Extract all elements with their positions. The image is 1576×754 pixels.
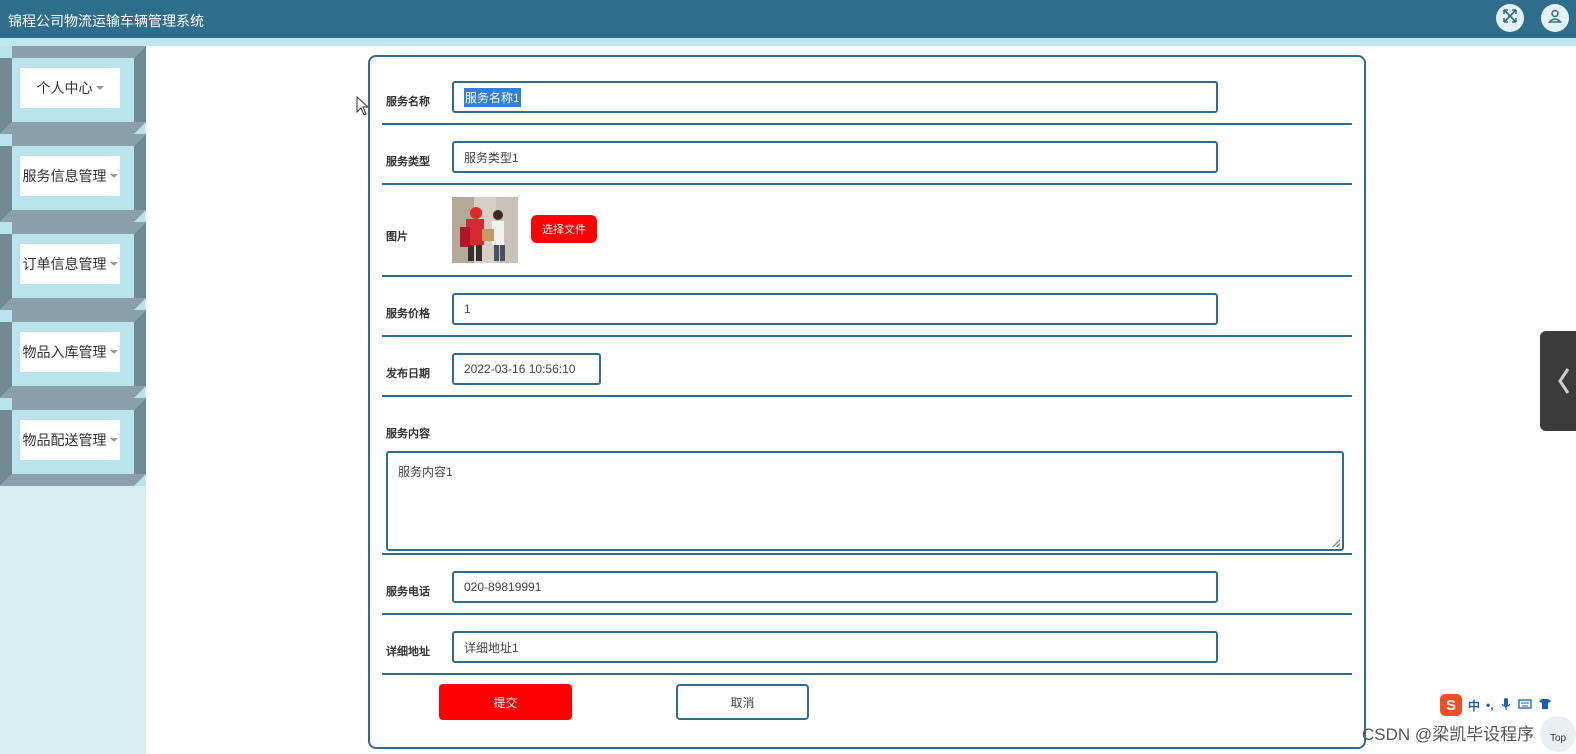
skin-shirt-icon[interactable] — [1538, 698, 1552, 713]
form-row-phone: 服务电话 020-89819991 — [382, 555, 1352, 615]
chevron-down-icon — [109, 174, 118, 178]
form-row-price: 服务价格 1 — [382, 277, 1352, 337]
content-textarea[interactable]: 服务内容1 — [386, 451, 1344, 551]
submit-button[interactable]: 提交 — [439, 684, 572, 720]
csdn-watermark: CSDN @梁凯毕设程序 — [1362, 725, 1535, 744]
sidebar-item-label: 个人中心 — [36, 80, 93, 96]
header-divider — [0, 38, 1576, 46]
ime-language[interactable]: 中 — [1468, 697, 1480, 714]
phone-value: 020-89819991 — [464, 580, 542, 594]
side-panel-toggle[interactable] — [1540, 331, 1576, 431]
back-to-top-button[interactable]: Top — [1540, 716, 1576, 752]
ime-punctuation[interactable]: •, — [1486, 698, 1494, 712]
content-value: 服务内容1 — [398, 465, 453, 479]
service-name-value: 服务名称1 — [464, 87, 521, 107]
chevron-down-icon — [109, 438, 118, 442]
sidebar-item-label: 物品入库管理 — [22, 344, 107, 360]
address-value: 详细地址1 — [464, 640, 519, 655]
chevron-down-icon — [109, 350, 118, 354]
sidebar-item-label: 物品配送管理 — [22, 432, 107, 448]
address-input[interactable]: 详细地址1 — [452, 631, 1218, 663]
phone-label: 服务电话 — [386, 586, 430, 598]
cancel-button[interactable]: 取消 — [676, 684, 809, 720]
resize-handle-icon[interactable] — [1332, 539, 1340, 547]
sidebar-item-delivery[interactable]: 物品配送管理 — [0, 398, 146, 486]
sidebar-item-label: 订单信息管理 — [22, 256, 107, 272]
fullscreen-icon — [1502, 8, 1518, 29]
sidebar-item-label: 服务信息管理 — [22, 168, 107, 184]
microphone-icon[interactable] — [1500, 697, 1512, 714]
service-type-value: 服务类型1 — [464, 150, 519, 165]
price-input[interactable]: 1 — [452, 293, 1218, 325]
service-name-input[interactable]: 服务名称1 — [452, 81, 1218, 113]
ime-toolbar: S 中 •, — [1440, 692, 1576, 718]
content-label: 服务内容 — [386, 428, 430, 440]
chevron-left-icon — [1558, 368, 1570, 394]
service-image-thumbnail[interactable] — [452, 197, 518, 263]
sidebar-item-warehouse-in[interactable]: 物品入库管理 — [0, 310, 146, 398]
sidebar-item-service-info[interactable]: 服务信息管理 — [0, 134, 146, 222]
sidebar-item-order-info[interactable]: 订单信息管理 — [0, 222, 146, 310]
choose-file-button[interactable]: 选择文件 — [531, 215, 597, 243]
service-type-label: 服务类型 — [386, 156, 430, 168]
form-row-address: 详细地址 详细地址1 — [382, 615, 1352, 675]
form-row-service-type: 服务类型 服务类型1 — [382, 125, 1352, 185]
chevron-down-icon — [109, 262, 118, 266]
top-bar: 锦程公司物流运输车辆管理系统 — [0, 0, 1576, 46]
keyboard-icon[interactable] — [1517, 698, 1532, 713]
form-row-image: 图片 选择文件 — [382, 185, 1352, 277]
user-icon — [1547, 8, 1563, 29]
publish-date-input[interactable]: 2022-03-16 10:56:10 — [452, 353, 601, 385]
fullscreen-button[interactable] — [1496, 4, 1524, 32]
form-row-service-name: 服务名称 服务名称1 — [382, 57, 1352, 125]
address-label: 详细地址 — [386, 646, 430, 658]
service-type-input[interactable]: 服务类型1 — [452, 141, 1218, 173]
app-title: 锦程公司物流运输车辆管理系统 — [8, 13, 204, 29]
price-label: 服务价格 — [386, 308, 430, 320]
sidebar-item-personal-center[interactable]: 个人中心 — [0, 46, 146, 134]
publish-date-label: 发布日期 — [386, 368, 430, 380]
form-row-content: 服务内容 服务内容1 — [382, 397, 1352, 555]
phone-input[interactable]: 020-89819991 — [452, 571, 1218, 603]
form-row-publish-date: 发布日期 2022-03-16 10:56:10 — [382, 337, 1352, 397]
service-name-label: 服务名称 — [386, 96, 430, 108]
service-form: 服务名称 服务名称1 服务类型 服务类型1 图片 选择文件 服务价格 1 发布日… — [368, 55, 1366, 749]
user-button[interactable] — [1541, 4, 1569, 32]
sidebar: 个人中心 服务信息管理 订单信息管理 物品入库管理 物品配送管理 — [0, 46, 146, 754]
publish-date-value: 2022-03-16 10:56:10 — [464, 362, 576, 376]
image-label: 图片 — [386, 231, 408, 243]
sogou-logo-icon: S — [1440, 694, 1462, 716]
price-value: 1 — [464, 302, 471, 316]
chevron-down-icon — [95, 86, 104, 90]
